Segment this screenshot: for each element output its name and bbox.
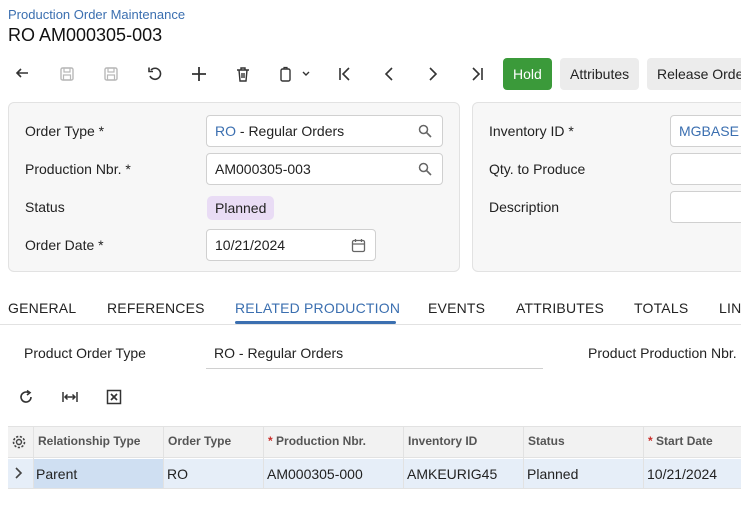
column-header-production-nbr[interactable]: * Production Nbr. bbox=[268, 434, 366, 448]
tab-totals[interactable]: TOTALS bbox=[634, 300, 688, 316]
chevron-right-icon[interactable] bbox=[13, 466, 25, 480]
attributes-button[interactable]: Attributes bbox=[560, 58, 639, 90]
next-icon[interactable] bbox=[421, 62, 445, 86]
export-excel-icon[interactable] bbox=[105, 388, 123, 406]
fit-columns-icon[interactable] bbox=[61, 388, 79, 406]
status-label: Status bbox=[25, 199, 65, 215]
product-production-nbr-label: Product Production Nbr. bbox=[588, 345, 737, 361]
column-divider bbox=[523, 426, 524, 488]
last-icon[interactable] bbox=[465, 62, 489, 86]
description-label: Description bbox=[489, 199, 560, 215]
save-close-icon[interactable] bbox=[99, 62, 123, 86]
breadcrumb[interactable]: Production Order Maintenance bbox=[8, 7, 185, 22]
status-badge: Planned bbox=[207, 196, 275, 220]
cancel-icon[interactable] bbox=[143, 62, 167, 86]
first-icon[interactable] bbox=[333, 62, 357, 86]
order-type-field[interactable]: RO - Regular Orders bbox=[206, 115, 443, 147]
production-nbr-label: Production Nbr. * bbox=[25, 161, 131, 177]
cell-status[interactable]: Planned bbox=[527, 466, 578, 482]
refresh-icon[interactable] bbox=[17, 388, 35, 406]
save-icon[interactable] bbox=[55, 62, 79, 86]
column-divider bbox=[33, 426, 34, 488]
undo-back-icon[interactable] bbox=[11, 62, 35, 86]
add-icon[interactable] bbox=[187, 62, 211, 86]
column-divider bbox=[163, 426, 164, 488]
tab-events[interactable]: EVENTS bbox=[428, 300, 485, 316]
product-order-type-underline bbox=[206, 368, 543, 369]
release-order-button[interactable]: Release Order bbox=[647, 58, 741, 90]
inventory-id-field[interactable]: MGBASE bbox=[670, 115, 741, 147]
cell-order-type[interactable]: RO bbox=[167, 466, 188, 482]
tab-general[interactable]: GENERAL bbox=[8, 300, 76, 316]
page-title: RO AM000305-003 bbox=[8, 25, 163, 45]
column-header-order-type[interactable]: Order Type bbox=[168, 434, 231, 448]
prev-icon[interactable] bbox=[377, 62, 401, 86]
order-type-code[interactable]: RO bbox=[215, 123, 236, 139]
search-icon[interactable] bbox=[418, 124, 432, 138]
order-date-value: 10/21/2024 bbox=[215, 237, 286, 253]
cell-inventory-id[interactable]: AMKEURIG45 bbox=[407, 466, 497, 482]
qty-to-produce-label: Qty. to Produce bbox=[489, 161, 586, 177]
tab-attributes[interactable]: ATTRIBUTES bbox=[516, 300, 604, 316]
column-header-relationship-type[interactable]: Relationship Type bbox=[38, 434, 140, 448]
product-order-type-value[interactable]: RO - Regular Orders bbox=[214, 345, 343, 361]
qty-to-produce-field[interactable] bbox=[670, 153, 741, 185]
inventory-id-value[interactable]: MGBASE bbox=[679, 123, 739, 139]
tab-references[interactable]: REFERENCES bbox=[107, 300, 205, 316]
production-nbr-field[interactable]: AM000305-003 bbox=[206, 153, 443, 185]
column-header-inventory-id[interactable]: Inventory ID bbox=[408, 434, 477, 448]
search-icon[interactable] bbox=[418, 162, 432, 176]
order-type-label: Order Type * bbox=[25, 123, 105, 139]
description-field[interactable] bbox=[670, 191, 741, 223]
delete-icon[interactable] bbox=[231, 62, 255, 86]
column-header-status[interactable]: Status bbox=[528, 434, 565, 448]
copy-paste-icon[interactable] bbox=[276, 62, 312, 86]
active-tab-indicator bbox=[235, 321, 396, 324]
inventory-id-label: Inventory ID * bbox=[489, 123, 574, 139]
tab-lines[interactable]: LIN bbox=[719, 300, 741, 316]
column-divider bbox=[263, 426, 264, 488]
cell-relationship-type[interactable]: Parent bbox=[36, 466, 77, 482]
hold-button[interactable]: Hold bbox=[503, 58, 552, 90]
order-type-desc: - Regular Orders bbox=[236, 123, 345, 139]
product-order-type-label: Product Order Type bbox=[24, 345, 146, 361]
tab-related-production[interactable]: RELATED PRODUCTION bbox=[235, 300, 400, 316]
column-divider bbox=[403, 426, 404, 488]
column-header-start-date[interactable]: * Start Date bbox=[648, 434, 713, 448]
tabs-divider bbox=[0, 324, 741, 325]
order-date-label: Order Date * bbox=[25, 237, 104, 253]
cell-production-nbr[interactable]: AM000305-000 bbox=[267, 466, 363, 482]
calendar-icon[interactable] bbox=[351, 238, 366, 253]
production-nbr-value: AM000305-003 bbox=[215, 161, 311, 177]
gear-icon[interactable] bbox=[11, 434, 27, 450]
cell-start-date[interactable]: 10/21/2024 bbox=[647, 466, 717, 482]
order-date-field[interactable]: 10/21/2024 bbox=[206, 229, 376, 261]
column-divider bbox=[643, 426, 644, 488]
